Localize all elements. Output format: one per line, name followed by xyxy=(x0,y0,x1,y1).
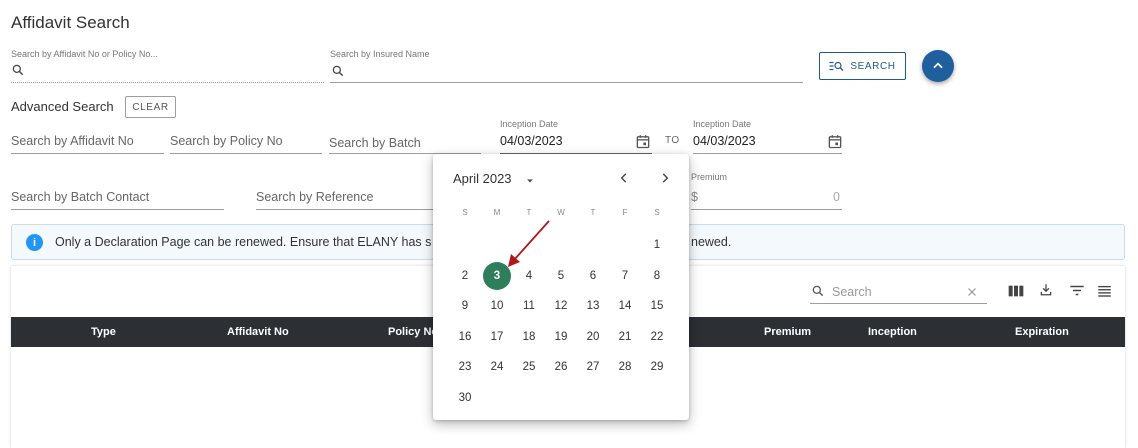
calendar-day[interactable]: 26 xyxy=(547,353,575,381)
calendar-day[interactable]: 1 xyxy=(643,231,671,259)
calendar-icon[interactable] xyxy=(827,133,843,155)
search-list-icon xyxy=(829,60,844,72)
affidavit-policy-search-input[interactable] xyxy=(11,82,324,83)
calendar-day[interactable]: 11 xyxy=(515,292,543,320)
premium-label: Premium xyxy=(691,172,728,182)
calendar-day[interactable]: 23 xyxy=(451,353,479,381)
column-header-inception[interactable]: Inception xyxy=(868,326,917,338)
search-button[interactable]: SEARCH xyxy=(819,52,906,80)
date-range-to-label: TO xyxy=(665,135,680,146)
batch-contact-placeholder: Search by Batch Contact xyxy=(11,190,150,204)
table-search-underline xyxy=(810,303,987,304)
weekday-label: T xyxy=(590,208,596,217)
inception-to-value[interactable]: 04/03/2023 xyxy=(693,134,756,148)
download-icon[interactable] xyxy=(1039,282,1053,297)
inception-from-label: Inception Date xyxy=(500,119,559,129)
chevron-right-icon[interactable] xyxy=(658,170,672,191)
calendar-day[interactable]: 28 xyxy=(611,353,639,381)
inception-to-underline xyxy=(693,153,842,154)
premium-input[interactable] xyxy=(691,209,842,210)
calendar-day[interactable]: 25 xyxy=(515,353,543,381)
policy-no-placeholder: Search by Policy No xyxy=(170,134,283,148)
calendar-month-label[interactable]: April 2023 xyxy=(453,171,512,186)
insured-name-search-input[interactable] xyxy=(330,82,803,83)
calendar-day[interactable]: 24 xyxy=(483,353,511,381)
inception-to-label: Inception Date xyxy=(693,119,752,129)
column-header-expiration[interactable]: Expiration xyxy=(1015,326,1069,338)
collapse-advanced-button[interactable] xyxy=(922,50,954,82)
table-search-input[interactable]: Search xyxy=(832,285,872,299)
calendar-day[interactable]: 8 xyxy=(643,262,671,290)
reference-input[interactable] xyxy=(256,209,436,210)
calendar-day[interactable]: 16 xyxy=(451,323,479,351)
policy-no-input[interactable] xyxy=(170,153,322,154)
calendar-day[interactable]: 14 xyxy=(611,292,639,320)
column-header-premium[interactable]: Premium xyxy=(764,326,811,338)
weekday-label: T xyxy=(526,208,532,217)
weekday-label: S xyxy=(654,208,660,217)
weekday-label: S xyxy=(462,208,468,217)
search-icon xyxy=(331,64,345,83)
search-icon xyxy=(811,284,825,303)
filter-icon[interactable] xyxy=(1069,284,1085,297)
calendar-day[interactable]: 21 xyxy=(611,323,639,351)
reference-placeholder: Search by Reference xyxy=(256,190,374,204)
calendar-icon[interactable] xyxy=(635,133,651,155)
calendar-day[interactable]: 27 xyxy=(579,353,607,381)
calendar-day[interactable]: 10 xyxy=(483,292,511,320)
search-icon xyxy=(11,63,25,82)
weekday-label: W xyxy=(557,208,565,217)
calendar-day[interactable]: 22 xyxy=(643,323,671,351)
calendar-day[interactable]: 29 xyxy=(643,353,671,381)
calendar-day[interactable]: 18 xyxy=(515,323,543,351)
calendar-day[interactable]: 15 xyxy=(643,292,671,320)
premium-currency-prefix: $ xyxy=(691,190,698,204)
column-header-policy-no[interactable]: Policy No xyxy=(388,326,438,338)
calendar-day[interactable]: 17 xyxy=(483,323,511,351)
calendar-day[interactable]: 6 xyxy=(579,262,607,290)
inception-from-value[interactable]: 04/03/2023 xyxy=(500,134,563,148)
clear-button[interactable]: CLEAR xyxy=(125,96,176,118)
calendar-day[interactable]: 20 xyxy=(579,323,607,351)
info-icon: i xyxy=(26,234,43,251)
page-title: Affidavit Search xyxy=(11,13,130,32)
calendar-day[interactable]: 19 xyxy=(547,323,575,351)
search-button-label: SEARCH xyxy=(850,60,896,72)
calendar-day[interactable]: 7 xyxy=(611,262,639,290)
close-icon[interactable] xyxy=(966,285,978,303)
calendar-day[interactable]: 30 xyxy=(451,384,479,412)
batch-placeholder: Search by Batch xyxy=(329,136,421,150)
advanced-search-title: Advanced Search xyxy=(11,99,114,114)
dropdown-arrow-icon[interactable] xyxy=(525,173,535,191)
calendar-day[interactable]: 2 xyxy=(451,262,479,290)
calendar-day[interactable]: 13 xyxy=(579,292,607,320)
affidavit-no-input[interactable] xyxy=(11,153,164,154)
info-banner-text: Only a Declaration Page can be renewed. … xyxy=(55,235,432,249)
calendar-day[interactable]: 9 xyxy=(451,292,479,320)
batch-contact-input[interactable] xyxy=(11,209,224,210)
chevron-left-icon[interactable] xyxy=(617,170,631,191)
affidavit-no-placeholder: Search by Affidavit No xyxy=(11,134,134,148)
insured-name-search-label: Search by Insured Name xyxy=(330,49,430,59)
columns-icon[interactable] xyxy=(1008,284,1024,298)
density-icon[interactable] xyxy=(1097,284,1112,298)
annotation-arrow xyxy=(508,220,550,267)
date-picker-popover: April 2023 S M T W T F S 1 2 3 4 5 6 7 8 9 10 11 12… xyxy=(433,154,689,420)
weekday-label: M xyxy=(493,208,501,217)
chevron-up-icon xyxy=(931,59,945,73)
weekday-label: F xyxy=(622,208,628,217)
info-banner-text-end: newed. xyxy=(691,235,732,249)
column-header-affidavit-no[interactable]: Affidavit No xyxy=(227,326,289,338)
premium-value[interactable]: 0 xyxy=(833,190,840,204)
affidavit-policy-search-label: Search by Affidavit No or Policy No... xyxy=(11,49,158,59)
calendar-day[interactable]: 12 xyxy=(547,292,575,320)
column-header-type[interactable]: Type xyxy=(91,326,116,338)
